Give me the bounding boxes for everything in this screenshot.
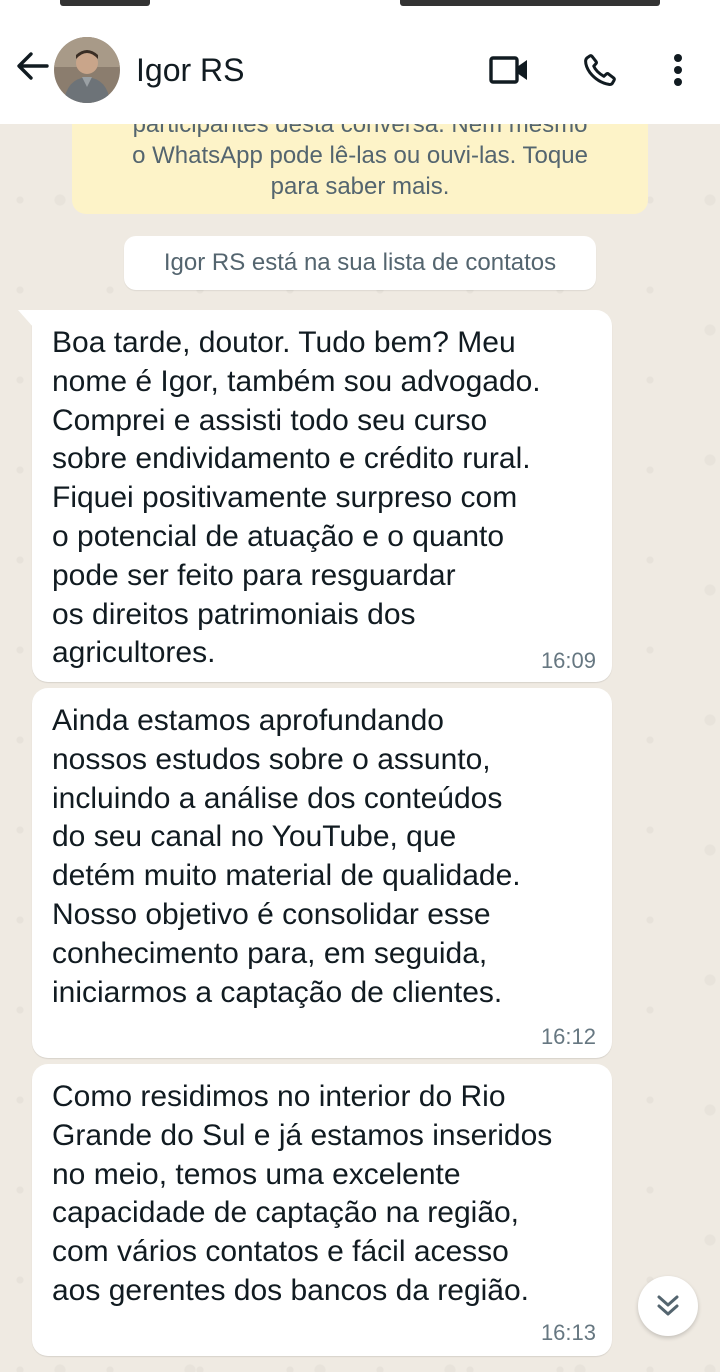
- message-line: Ainda estamos aprofundando: [52, 704, 444, 737]
- message-time: 16:12: [540, 1024, 596, 1049]
- message-line: agricultores.: [52, 636, 216, 670]
- message-time: 16:13: [540, 1320, 596, 1345]
- message-line: Como residimos no interior do Rio: [52, 1080, 506, 1113]
- message-line: nome é Igor, também sou advogado.: [52, 364, 541, 398]
- status-bar: [0, 0, 720, 10]
- message-bubble[interactable]: Boa tarde, doutor. Tudo bem? Meu nome é …: [18, 310, 612, 682]
- message-line: pode ser feito para resguardar: [52, 558, 456, 592]
- avatar-overlay[interactable]: [54, 37, 120, 103]
- phone-icon: [584, 54, 616, 86]
- message-line: os direitos patrimoniais dos: [52, 597, 416, 631]
- encryption-notice[interactable]: participantes desta conversa. Nem mesmo …: [72, 110, 648, 214]
- message-line: sobre endividamento e crédito rural.: [52, 442, 531, 476]
- double-chevron-down-icon: [657, 1295, 679, 1316]
- voice-call-button-overlay[interactable]: [578, 48, 622, 92]
- video-call-button-overlay[interactable]: [486, 50, 532, 90]
- bubble-tail: [18, 310, 34, 328]
- more-vert-icon: [674, 54, 682, 86]
- message-line: Fiquei positivamente surpreso com: [52, 481, 518, 515]
- message-line: Grande do Sul e já estamos inseridos: [52, 1118, 553, 1152]
- contact-notice: Igor RS está na sua lista de contatos: [124, 236, 596, 290]
- message-line: do seu canal no YouTube, que: [52, 820, 457, 854]
- message-line: iniciarmos a captação de clientes.: [52, 975, 503, 1009]
- message-line: Boa tarde, doutor. Tudo bem? Meu: [52, 326, 516, 359]
- message-line: no meio, temos uma excelente: [52, 1157, 461, 1191]
- message-line: o potencial de atuação e o quanto: [52, 519, 505, 553]
- encryption-notice-line: o WhatsApp pode lê-las ou ouvi-las. Toqu…: [132, 142, 588, 169]
- message-line: Nosso objetivo é consolidar esse: [52, 897, 491, 931]
- arrow-left-icon: [17, 52, 49, 80]
- menu-button-overlay[interactable]: [660, 50, 696, 90]
- message-bubble[interactable]: Como residimos no interior do Rio Grande…: [32, 1064, 612, 1356]
- back-button-overlay[interactable]: [12, 46, 52, 86]
- scroll-to-bottom-button[interactable]: [638, 1276, 698, 1336]
- message-bubble[interactable]: Ainda estamos aprofundando nossos estudo…: [32, 688, 612, 1058]
- message-line: Comprei e assisti todo seu curso: [52, 403, 488, 437]
- encryption-notice-line: para saber mais.: [270, 173, 450, 200]
- message-line: incluindo a análise dos conteúdos: [52, 781, 503, 815]
- message-line: capacidade de captação na região,: [52, 1196, 520, 1230]
- message-line: detém muito material de qualidade.: [52, 859, 521, 893]
- message-time: 16:09: [540, 648, 596, 673]
- message-line: aos gerentes dos bancos da região.: [52, 1273, 529, 1307]
- message-line: nossos estudos sobre o assunto,: [52, 742, 491, 776]
- contact-photo: [54, 37, 120, 103]
- contact-name-overlay[interactable]: Igor RS: [136, 52, 244, 89]
- video-call-icon: [489, 56, 527, 84]
- message-line: conhecimento para, em seguida,: [52, 936, 488, 970]
- message-line: com vários contatos e fácil acesso: [52, 1235, 509, 1269]
